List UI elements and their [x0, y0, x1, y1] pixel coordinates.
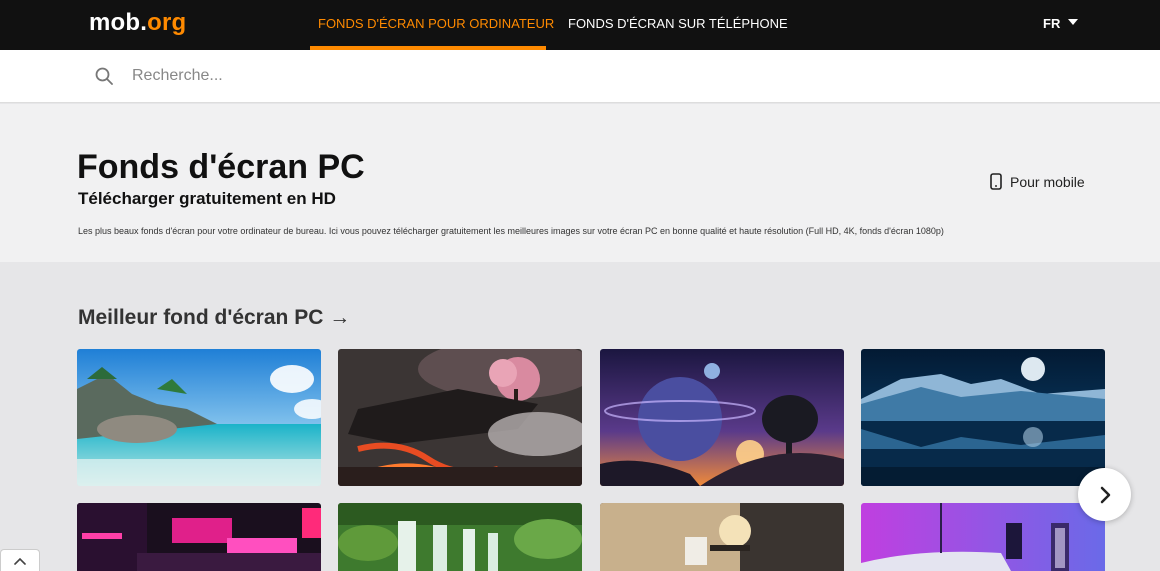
lightbulb-image — [600, 503, 844, 571]
language-selector[interactable]: FR — [1043, 16, 1060, 31]
site-logo[interactable]: mob.org — [89, 9, 186, 37]
search-bar — [0, 50, 1160, 103]
section-title-best-pc[interactable]: Meilleur fond d'écran PC → — [78, 306, 350, 330]
chevron-right-icon — [1100, 486, 1110, 503]
wallpaper-thumbnail[interactable] — [600, 503, 844, 571]
search-icon[interactable] — [95, 67, 113, 85]
beach-image — [77, 349, 321, 486]
cherry-tree-image — [338, 349, 582, 486]
search-input[interactable] — [124, 62, 724, 90]
wallpaper-thumbnail[interactable] — [861, 503, 1105, 571]
nav-tab-desktop-wallpapers[interactable]: FONDS D'ÉCRAN POUR ORDINATEUR — [318, 16, 554, 31]
scroll-to-top-button[interactable] — [0, 549, 40, 571]
logo-accent-text: org — [147, 9, 187, 36]
wallpaper-thumbnail[interactable] — [77, 349, 321, 486]
page-subtitle: Télécharger gratuitement en HD — [78, 189, 336, 208]
logo-main-text: mob. — [89, 9, 148, 36]
chevron-up-icon — [14, 557, 26, 565]
carousel-next-button[interactable] — [1078, 468, 1131, 521]
chevron-down-icon[interactable] — [1068, 19, 1078, 25]
wallpaper-thumbnail[interactable] — [338, 349, 582, 486]
section-title-text: Meilleur fond d'écran PC — [78, 306, 324, 329]
waterfall-image — [338, 503, 582, 571]
wallpaper-thumbnail[interactable] — [77, 503, 321, 571]
arrow-right-icon: → — [329, 306, 351, 329]
moon-lake-image — [861, 349, 1105, 486]
nav-tab-phone-wallpapers[interactable]: FONDS D'ÉCRAN SUR TÉLÉPHONE — [568, 16, 788, 31]
wallpaper-thumbnail[interactable] — [600, 349, 844, 486]
neon-car-image — [861, 503, 1105, 571]
smartphone-icon — [990, 173, 1002, 190]
neon-city-image — [77, 503, 321, 571]
planets-sunset-image — [600, 349, 844, 486]
wallpaper-thumbnail[interactable] — [861, 349, 1105, 486]
hero-section: Fonds d'écran PC Télécharger gratuitemen… — [0, 104, 1160, 262]
top-navbar: mob.org FONDS D'ÉCRAN POUR ORDINATEUR FO… — [0, 0, 1160, 50]
page-description: Les plus beaux fonds d'écran pour votre … — [78, 226, 944, 236]
wallpaper-thumbnail[interactable] — [338, 503, 582, 571]
page-title: Fonds d'écran PC — [77, 148, 365, 186]
for-mobile-label: Pour mobile — [1010, 173, 1085, 190]
for-mobile-link[interactable]: Pour mobile — [990, 173, 1085, 190]
